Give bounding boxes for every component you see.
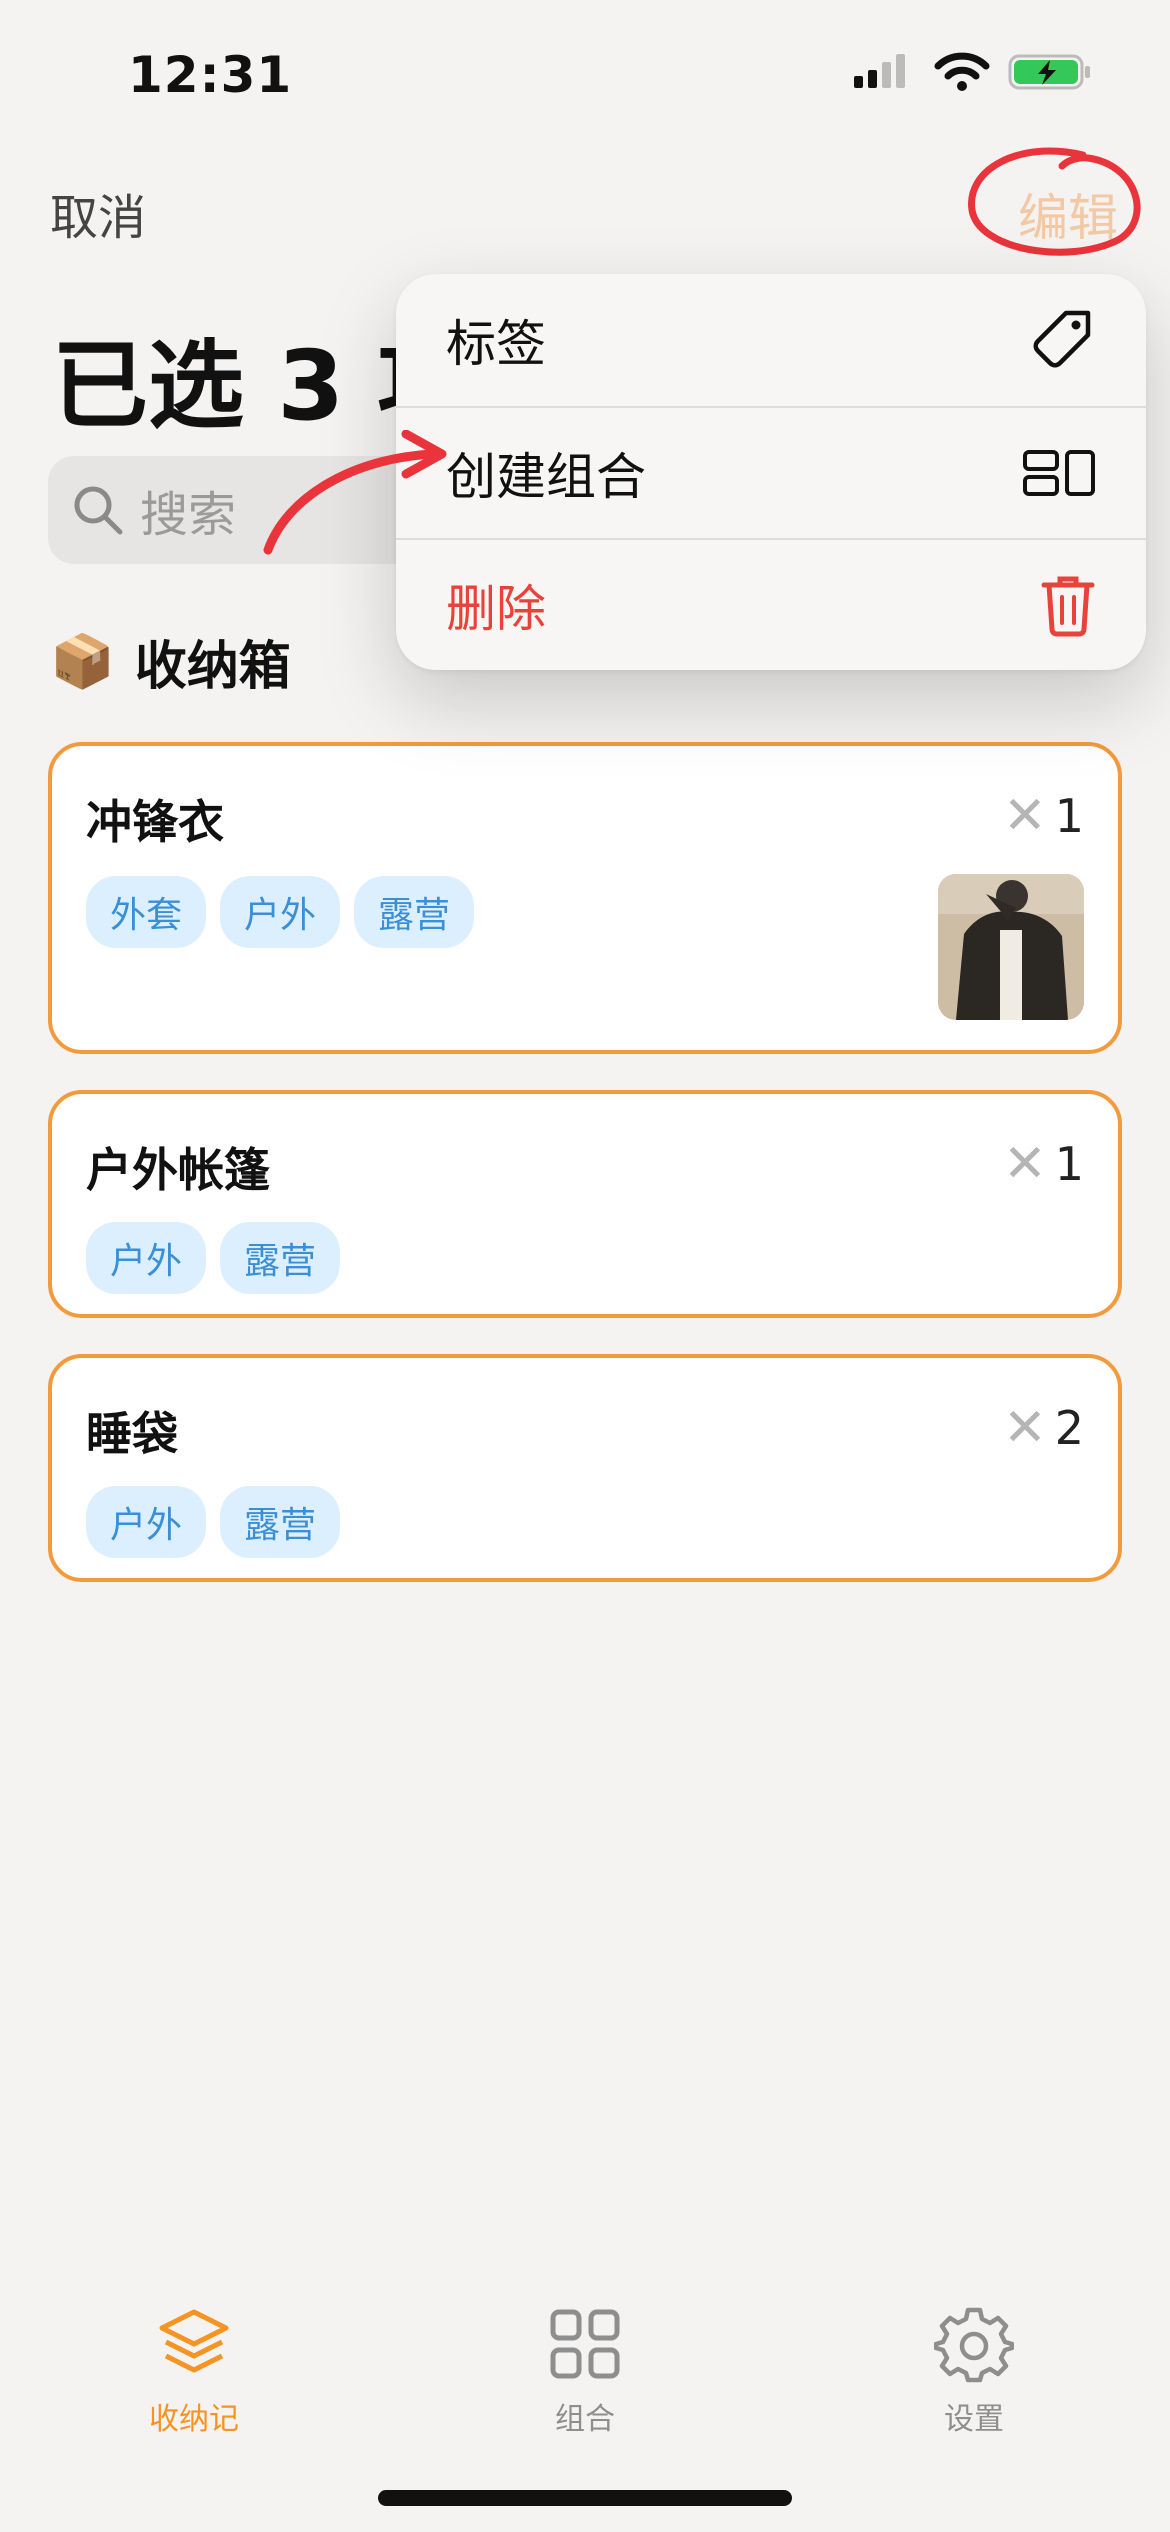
times-icon: ✕ (1003, 786, 1047, 846)
menu-item-delete[interactable]: 删除 (396, 538, 1146, 670)
context-menu: 标签 创建组合 删除 (396, 274, 1146, 670)
tag-chip: 户外 (220, 876, 341, 948)
menu-item-label: 标签 (446, 315, 546, 373)
group-icon (1023, 450, 1095, 496)
tag-list: 户外 露营 (86, 1486, 341, 1558)
trash-icon (1041, 576, 1095, 637)
tag-chip: 露营 (220, 1486, 341, 1558)
tab-groups[interactable]: 组合 (485, 2304, 685, 2438)
menu-item-create-group[interactable]: 创建组合 (396, 406, 1146, 538)
search-icon (74, 486, 123, 535)
grid-icon (550, 2309, 620, 2379)
tab-label: 收纳记 (149, 2402, 239, 2437)
item-name: 冲锋衣 (86, 795, 224, 849)
item-photo (938, 874, 1084, 1020)
item-card[interactable]: 冲锋衣 ✕ 1 外套 户外 露营 (48, 742, 1122, 1054)
battery-charging-icon (1008, 54, 1090, 90)
layers-icon (159, 2309, 229, 2373)
status-icons (852, 52, 1092, 92)
item-card[interactable]: 睡袋 ✕ 2 户外 露营 (48, 1354, 1122, 1582)
tag-chip: 户外 (86, 1222, 207, 1294)
quantity-value: 1 (1054, 789, 1084, 843)
gear-icon (934, 2307, 1014, 2383)
tag-chip: 户外 (86, 1486, 207, 1558)
tag-list: 户外 露营 (86, 1222, 341, 1294)
menu-item-label: 创建组合 (446, 448, 646, 506)
item-quantity: ✕ 2 (1003, 1398, 1084, 1458)
menu-item-tags[interactable]: 标签 (396, 274, 1146, 406)
quantity-value: 2 (1054, 1401, 1084, 1455)
cancel-button[interactable]: 取消 (50, 178, 146, 248)
signal-icon (854, 54, 905, 88)
search-placeholder: 搜索 (140, 487, 237, 543)
tab-bar: 收纳记 组合 设置 (0, 2270, 1170, 2470)
section-label: 收纳箱 (134, 637, 291, 697)
menu-item-label: 删除 (446, 580, 546, 638)
tag-chip: 露营 (220, 1222, 341, 1294)
tab-label: 设置 (944, 2402, 1004, 2437)
section-header: 📦 收纳箱 (50, 624, 291, 699)
annotation-circle (968, 147, 1141, 256)
tag-icon (1033, 310, 1091, 368)
wifi-icon (934, 52, 990, 91)
tab-storage[interactable]: 收纳记 (94, 2304, 294, 2438)
tag-chip: 外套 (86, 876, 207, 948)
item-quantity: ✕ 1 (1003, 1134, 1084, 1194)
tag-chip: 露营 (354, 876, 475, 948)
home-indicator (378, 2490, 792, 2506)
item-card[interactable]: 户外帐篷 ✕ 1 户外 露营 (48, 1090, 1122, 1318)
item-quantity: ✕ 1 (1003, 786, 1084, 846)
item-name: 户外帐篷 (86, 1143, 270, 1197)
times-icon: ✕ (1003, 1134, 1047, 1194)
status-time: 12:31 (128, 46, 293, 104)
tag-list: 外套 户外 露营 (86, 876, 475, 948)
item-name: 睡袋 (86, 1407, 178, 1461)
tab-settings[interactable]: 设置 (874, 2304, 1074, 2438)
quantity-value: 1 (1054, 1137, 1084, 1191)
box-icon: 📦 (50, 632, 115, 692)
times-icon: ✕ (1003, 1398, 1047, 1458)
annotation-arrow (263, 430, 447, 555)
tab-label: 组合 (555, 2402, 615, 2437)
